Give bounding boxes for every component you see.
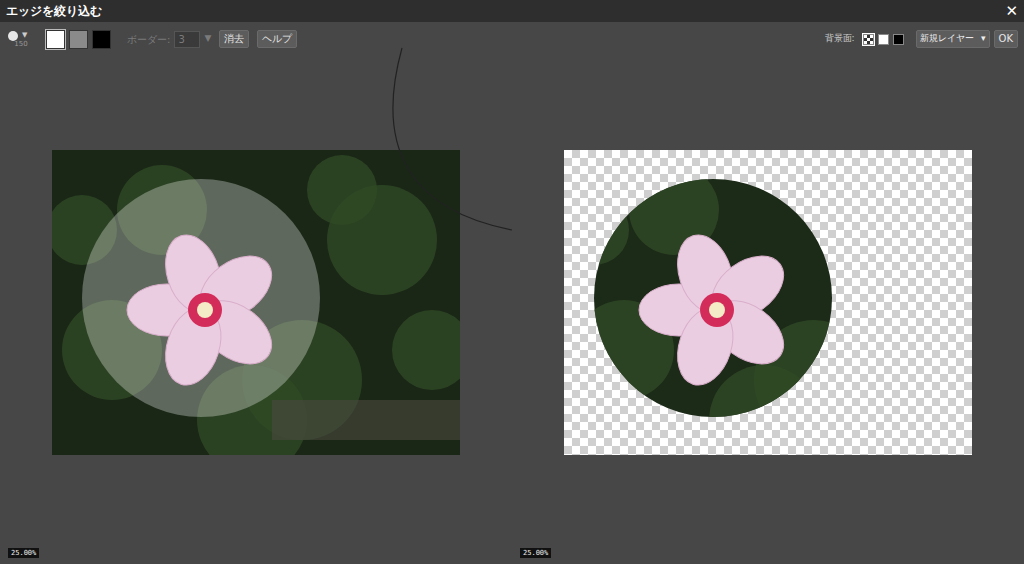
background-option[interactable]: [893, 34, 904, 45]
brush-cursor-icon: [0, 0, 1024, 564]
color-swatch[interactable]: [69, 30, 88, 49]
toolbar: ▼ 150 ボーダー: 3 ▼ 消去ヘルプ 背景面: 新規レイヤー ▾ OK: [0, 22, 1024, 56]
ok-button[interactable]: OK: [994, 30, 1018, 48]
swatch-group: [46, 30, 111, 49]
result-preview: [564, 150, 972, 455]
preview-area: [0, 56, 1024, 536]
source-preview[interactable]: [52, 150, 460, 455]
border-input: 3: [174, 31, 200, 48]
preview-panel: [0, 150, 512, 536]
output-group: 背景面: 新規レイヤー ▾ OK: [825, 30, 1018, 48]
status-bar: 25.00% 25.00%: [0, 536, 1024, 564]
dialog-title: エッジを絞り込む: [6, 2, 102, 20]
color-swatch[interactable]: [46, 30, 65, 49]
dropdown-arrow: ▾: [981, 32, 986, 46]
zoom-label: 25.00%: [520, 548, 551, 558]
brush-size: 150: [8, 41, 34, 48]
color-swatch[interactable]: [92, 30, 111, 49]
output-value: 新規レイヤー: [920, 32, 974, 46]
output-dropdown[interactable]: 新規レイヤー ▾: [916, 30, 990, 48]
background-option[interactable]: [863, 34, 874, 45]
border-label: ボーダー:: [127, 32, 170, 47]
title-bar: エッジを絞り込む ✕: [0, 0, 1024, 22]
brush-icon[interactable]: [8, 31, 18, 41]
border-control: ボーダー: 3 ▼: [127, 31, 211, 48]
brush-arrow[interactable]: ▼: [22, 32, 27, 39]
help-button[interactable]: ヘルプ: [257, 30, 297, 48]
close-button[interactable]: ✕: [1005, 4, 1018, 19]
clear-button[interactable]: 消去: [219, 30, 249, 48]
background-option[interactable]: [878, 34, 889, 45]
border-arrow: ▼: [204, 32, 211, 46]
brush-picker[interactable]: ▼ 150: [8, 31, 34, 48]
background-label: 背景面:: [825, 32, 855, 46]
preview-panel: [512, 150, 1024, 536]
zoom-label: 25.00%: [8, 548, 39, 558]
